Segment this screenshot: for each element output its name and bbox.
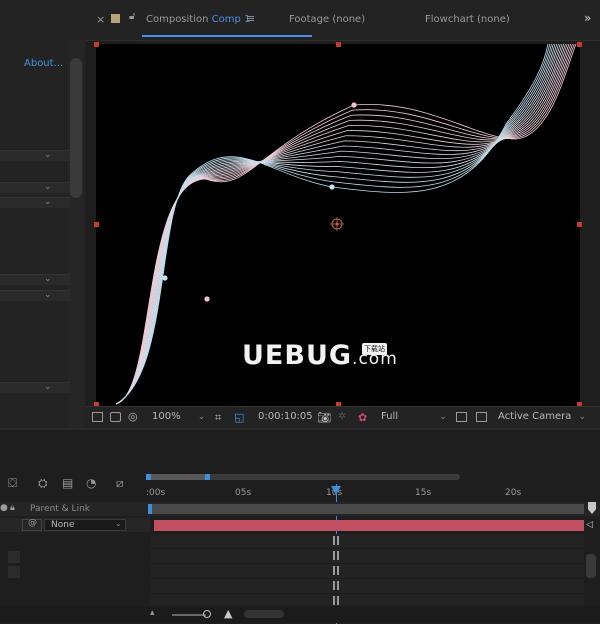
ruler-label: 20s <box>505 488 522 498</box>
chevron-down-icon: ⌄ <box>439 412 447 422</box>
visibility-icon[interactable]: ● <box>0 503 8 513</box>
channels-icon[interactable]: ✿ <box>358 411 367 424</box>
work-area-start[interactable] <box>148 504 152 514</box>
transform-handle[interactable] <box>577 222 582 227</box>
grid-guides-icon[interactable]: ⌗ <box>215 411 221 425</box>
transparency-grid-icon[interactable] <box>476 412 487 422</box>
keyframe-marker[interactable] <box>333 596 339 605</box>
show-snapshot-icon[interactable]: ✲ <box>338 411 346 422</box>
chevron-down-icon[interactable]: ⌄ <box>44 150 54 160</box>
parent-link-header: Parent & Link <box>30 504 90 514</box>
keyframe-marker[interactable] <box>333 581 339 590</box>
chevron-down-icon[interactable]: ⌄ <box>44 382 54 392</box>
lock-icon[interactable]: 🔒︎ <box>10 503 15 513</box>
property-field[interactable] <box>0 290 70 301</box>
keyframe-marker[interactable] <box>333 566 339 575</box>
chevron-down-icon: ⌄ <box>115 519 122 528</box>
zoom-in-icon[interactable]: ▲ <box>224 607 232 620</box>
property-field[interactable] <box>0 197 70 208</box>
camera-view-select[interactable]: Active Camera ⌄ <box>498 411 586 422</box>
hide-shy-icon[interactable]: ⛭ <box>38 476 48 491</box>
pick-whip-icon[interactable]: @ <box>22 518 42 531</box>
panel-menu-icon[interactable]: ≡ <box>246 12 255 25</box>
composition-panel-header: × 🔓︎ Composition Comp 1 ≡ Footage (none)… <box>86 0 600 41</box>
property-switch[interactable] <box>8 566 20 578</box>
transform-handle[interactable] <box>336 42 341 47</box>
layer-duration-bar[interactable] <box>154 520 584 531</box>
resolution-select[interactable]: Full ⌄ <box>381 411 447 422</box>
keyframe-grid <box>150 534 584 606</box>
chevron-down-icon[interactable]: ⌄ <box>44 197 54 207</box>
draft-3d-icon[interactable]: ⛋ <box>8 476 17 491</box>
ruler-label: 15s <box>415 488 432 498</box>
graph-editor-icon[interactable]: ⧄ <box>116 476 124 491</box>
keyframe-nav-icon[interactable]: ◁ <box>586 520 593 530</box>
parent-select[interactable]: None ⌄ <box>44 519 126 531</box>
keyframe-marker[interactable] <box>333 536 339 545</box>
property-field[interactable] <box>0 274 70 285</box>
composition-viewer[interactable]: UEBUG.com 下载站 <box>94 42 582 407</box>
left-scrollbar[interactable] <box>70 58 82 198</box>
viewer-toolbar: ◎ 100% ⌄ ⌗ ◱ 0:00:10:05 📷︎ ✲ ✿ Full ⌄ Ac… <box>86 406 600 429</box>
transform-handle[interactable] <box>94 42 99 47</box>
chevron-down-icon: ⌄ <box>197 412 206 422</box>
panel-overflow-icon[interactable]: » <box>584 11 591 25</box>
close-icon[interactable]: × <box>96 13 105 26</box>
chevron-down-icon[interactable]: ⌄ <box>44 290 54 300</box>
region-of-interest-icon[interactable] <box>456 412 467 422</box>
comp-name: Comp 1 <box>211 14 251 25</box>
lock-icon[interactable]: 🔓︎ <box>129 11 135 22</box>
bezier-vertex[interactable] <box>162 275 168 281</box>
transform-handle[interactable] <box>94 222 99 227</box>
timeline-scrollbar[interactable] <box>586 554 596 578</box>
watermark-badge: 下载站 <box>362 343 387 355</box>
active-tab-indicator <box>142 35 312 37</box>
bezier-vertex[interactable] <box>351 102 357 108</box>
anchor-point-icon[interactable] <box>330 217 344 231</box>
vr-goggles-icon[interactable]: ◎ <box>128 410 138 423</box>
transform-handle[interactable] <box>577 42 582 47</box>
chevron-down-icon: ⌄ <box>578 412 587 422</box>
property-field[interactable] <box>0 150 70 161</box>
property-switch[interactable] <box>8 551 20 563</box>
zoom-select[interactable]: 100% ⌄ <box>152 411 205 422</box>
ruler-label: :00s <box>146 488 166 498</box>
property-field[interactable] <box>0 182 70 193</box>
chevron-down-icon[interactable]: ⌄ <box>44 274 54 284</box>
timeline-footer <box>0 606 600 623</box>
monitor-icon[interactable] <box>110 412 121 422</box>
current-time-display[interactable]: 0:00:10:05 <box>258 411 313 422</box>
tab-flowchart[interactable]: Flowchart (none) <box>425 14 510 25</box>
always-preview-icon[interactable] <box>92 412 103 422</box>
snapshot-camera-icon[interactable]: 📷︎ <box>317 411 331 424</box>
zoom-slider-thumb[interactable] <box>203 610 211 618</box>
chevron-down-icon[interactable]: ⌄ <box>44 182 54 192</box>
comp-color-swatch-icon <box>111 14 120 23</box>
keyframe-marker[interactable] <box>333 551 339 560</box>
bezier-vertex[interactable] <box>329 184 335 190</box>
tab-footage[interactable]: Footage (none) <box>289 14 365 25</box>
zoom-out-icon[interactable]: ▴ <box>150 608 155 618</box>
time-ruler[interactable]: :00s 05s 10s 15s 20s <box>146 474 584 502</box>
property-field[interactable] <box>0 382 70 393</box>
about-link[interactable]: About... <box>24 58 63 69</box>
mask-visibility-icon[interactable]: ◱ <box>234 411 244 424</box>
tab-composition[interactable]: Composition Comp 1 <box>146 14 250 25</box>
project-panel: About... ⌄ ⌄ ⌄ ⌄ ⌄ ⌄ <box>0 0 86 428</box>
layer-header-row: ● 🔒︎ Parent & Link <box>0 502 600 516</box>
frame-blending-icon[interactable]: ▤ <box>62 476 73 490</box>
zoom-slider-track[interactable] <box>172 614 206 616</box>
motion-blur-icon[interactable]: ◔ <box>86 476 96 490</box>
comp-marker-bin-icon[interactable] <box>588 502 596 514</box>
ruler-label: 05s <box>235 488 252 498</box>
horizontal-scrollbar[interactable] <box>244 610 284 618</box>
bezier-vertex[interactable] <box>204 296 210 302</box>
timeline-panel: ⛋ ⛭ ▤ ◔ ⧄ :00s 05s 10s 15s 20s ● 🔒︎ Pare… <box>0 428 600 624</box>
work-area-bar[interactable] <box>150 504 584 514</box>
